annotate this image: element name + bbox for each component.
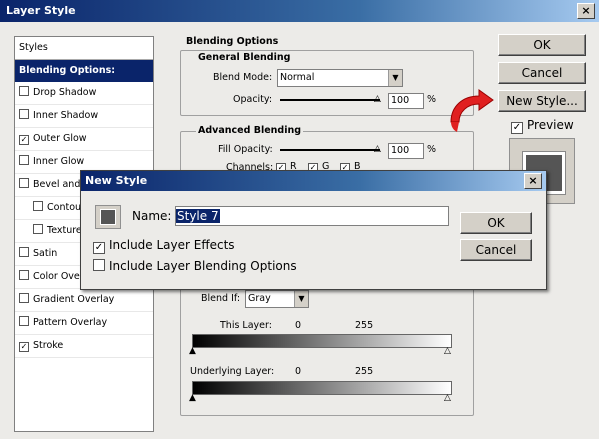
chevron-down-icon: ▼ bbox=[388, 70, 402, 86]
style-checkbox[interactable] bbox=[19, 270, 29, 280]
opacity-input[interactable]: 100 bbox=[388, 93, 424, 109]
blend-if-select[interactable]: Gray ▼ bbox=[245, 290, 309, 308]
style-label: Inner Shadow bbox=[33, 110, 99, 121]
blend-mode-select[interactable]: Normal ▼ bbox=[277, 69, 403, 87]
blend-mode-value: Normal bbox=[280, 72, 315, 83]
fill-opacity-unit: % bbox=[427, 144, 437, 155]
style-checkbox[interactable] bbox=[19, 316, 29, 326]
this-layer-min: 0 bbox=[295, 320, 302, 331]
underlying-layer-white-handle-icon[interactable]: △ bbox=[444, 393, 451, 403]
style-label: Texture bbox=[47, 225, 82, 236]
new-style-close-button[interactable]: × bbox=[524, 173, 542, 189]
blend-if-value: Gray bbox=[248, 293, 271, 304]
new-style-button[interactable]: New Style... bbox=[498, 90, 586, 112]
blend-if-group bbox=[180, 288, 474, 416]
new-style-title-bar: New Style × bbox=[81, 171, 546, 191]
styles-header[interactable]: Styles bbox=[15, 37, 153, 60]
style-checkbox[interactable] bbox=[19, 178, 29, 188]
style-label: Outer Glow bbox=[33, 133, 87, 144]
red-arrow-icon bbox=[450, 89, 494, 132]
underlying-layer-max: 255 bbox=[355, 366, 374, 377]
ok-button[interactable]: OK bbox=[498, 34, 586, 56]
style-name-input[interactable]: Style 7 bbox=[175, 206, 449, 226]
preview-checkbox[interactable]: ✓ Preview bbox=[511, 118, 574, 134]
advanced-blending-title: Advanced Blending bbox=[196, 125, 304, 136]
include-blending-options-checkbox[interactable]: Include Layer Blending Options bbox=[93, 259, 297, 273]
chevron-down-icon: ▼ bbox=[294, 291, 308, 307]
style-label: Pattern Overlay bbox=[33, 317, 108, 328]
style-label: Drop Shadow bbox=[33, 87, 97, 98]
style-checkbox[interactable] bbox=[19, 155, 29, 165]
new-style-swatch bbox=[95, 205, 121, 229]
style-checkbox[interactable]: ✓ bbox=[19, 135, 29, 145]
fill-opacity-slider[interactable] bbox=[280, 149, 380, 151]
underlying-layer-label: Underlying Layer: bbox=[190, 366, 275, 377]
window-title: Layer Style bbox=[6, 4, 76, 17]
this-layer-white-handle-icon[interactable]: △ bbox=[444, 346, 451, 356]
underlying-layer-gradient[interactable] bbox=[192, 381, 452, 395]
this-layer-max: 255 bbox=[355, 320, 374, 331]
include-layer-effects-checkbox[interactable]: ✓ Include Layer Effects bbox=[93, 238, 235, 254]
styles-item-blending-options[interactable]: Blending Options: Default bbox=[15, 60, 153, 98]
opacity-label: Opacity: bbox=[233, 94, 273, 105]
close-button[interactable]: × bbox=[577, 3, 595, 19]
styles-item[interactable]: Pattern Overlay bbox=[15, 312, 153, 335]
cancel-button[interactable]: Cancel bbox=[498, 62, 586, 84]
style-checkbox[interactable] bbox=[19, 109, 29, 119]
window-title-bar: Layer Style × bbox=[0, 0, 599, 22]
underlying-layer-black-handle-icon[interactable]: ▲ bbox=[189, 393, 196, 403]
underlying-layer-min: 0 bbox=[295, 366, 302, 377]
style-checkbox[interactable] bbox=[33, 201, 43, 211]
style-checkbox[interactable] bbox=[19, 293, 29, 303]
fill-opacity-label: Fill Opacity: bbox=[218, 144, 273, 155]
new-style-ok-button[interactable]: OK bbox=[460, 212, 532, 234]
preview-label: Preview bbox=[527, 118, 574, 132]
new-style-dialog: New Style × Name: Style 7 OK Cancel ✓ Inc… bbox=[80, 170, 547, 290]
this-layer-black-handle-icon[interactable]: ▲ bbox=[189, 346, 196, 356]
style-checkbox[interactable] bbox=[19, 247, 29, 257]
styles-item[interactable]: Gradient Overlay bbox=[15, 289, 153, 312]
blend-if-label: Blend If: bbox=[201, 293, 241, 304]
style-label: Satin bbox=[33, 248, 58, 259]
style-label: Inner Glow bbox=[33, 156, 85, 167]
include-layer-effects-label: Include Layer Effects bbox=[109, 238, 235, 252]
styles-item[interactable]: ✓ Outer Glow bbox=[15, 128, 153, 151]
opacity-slider[interactable] bbox=[280, 99, 380, 101]
styles-item[interactable]: Drop Shadow bbox=[15, 82, 153, 105]
style-checkbox[interactable] bbox=[33, 224, 43, 234]
style-label: Gradient Overlay bbox=[33, 294, 115, 305]
new-style-cancel-button[interactable]: Cancel bbox=[460, 239, 532, 261]
styles-item[interactable]: Inner Shadow bbox=[15, 105, 153, 128]
this-layer-label: This Layer: bbox=[220, 320, 272, 331]
style-name-value: Style 7 bbox=[176, 209, 220, 223]
this-layer-gradient[interactable] bbox=[192, 334, 452, 348]
style-checkbox[interactable] bbox=[19, 86, 29, 96]
opacity-slider-handle-icon[interactable]: △ bbox=[374, 94, 381, 104]
styles-item[interactable]: ✓ Stroke bbox=[15, 335, 153, 358]
new-style-title: New Style bbox=[85, 174, 148, 187]
opacity-unit: % bbox=[427, 94, 437, 105]
blending-options-title: Blending Options bbox=[186, 36, 279, 47]
include-blending-options-label: Include Layer Blending Options bbox=[109, 259, 297, 273]
style-checkbox[interactable]: ✓ bbox=[19, 342, 29, 352]
fill-opacity-input[interactable]: 100 bbox=[388, 143, 424, 159]
style-label: Stroke bbox=[33, 340, 64, 351]
swatch-square bbox=[100, 209, 116, 225]
blend-mode-label: Blend Mode: bbox=[213, 72, 273, 83]
name-label: Name: bbox=[132, 209, 172, 223]
general-blending-title: General Blending bbox=[196, 52, 293, 63]
fill-opacity-slider-handle-icon[interactable]: △ bbox=[374, 144, 381, 154]
